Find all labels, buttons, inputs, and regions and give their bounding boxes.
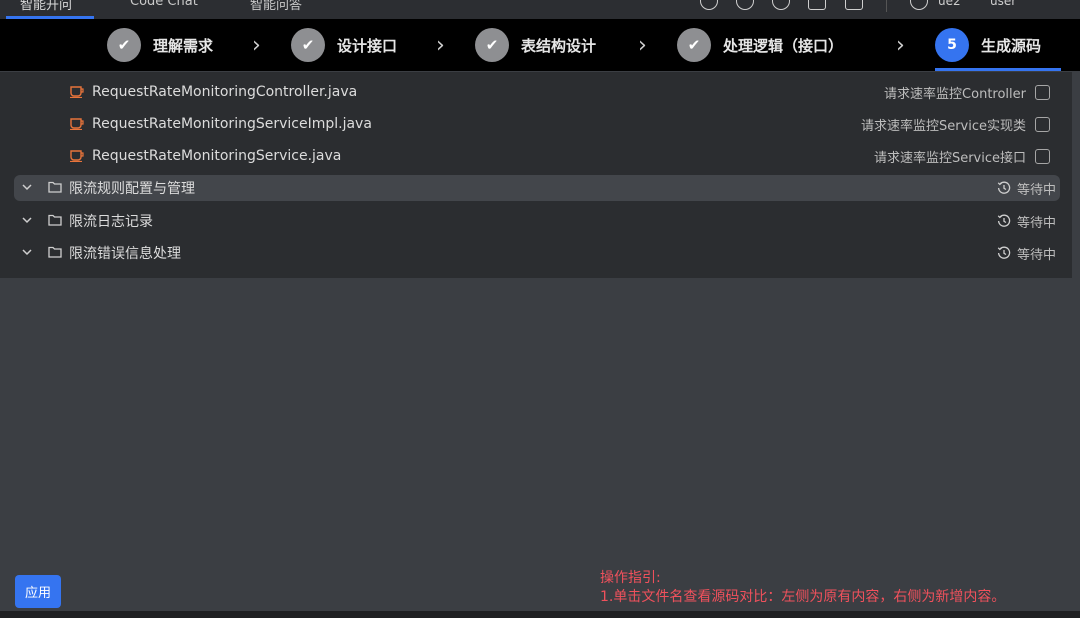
status-text: 等待中	[1016, 215, 1056, 231]
guide-line: 1.单击文件名查看源码对比：左侧为原有内容，右侧为新增内容。	[600, 589, 1006, 605]
step-generate-source[interactable]: 5 生成源码	[935, 28, 1042, 62]
file-select-checkbox[interactable]	[1035, 148, 1050, 164]
file-row[interactable]: RequestRateMonitoringController.java 请求速…	[14, 79, 1060, 105]
folder-status: 等待中	[997, 179, 1056, 198]
folder-name[interactable]: 限流错误信息处理	[69, 243, 181, 263]
file-description: 请求速率监控Service实现类	[860, 118, 1026, 134]
progress-stepper: ✔ 理解需求 › ✔ 设计接口 › ✔ 表结构设计 › ✔ 处理逻辑（接口） ›…	[0, 19, 1080, 71]
step-label: 处理逻辑（接口）	[723, 36, 844, 55]
step-label: 生成源码	[981, 36, 1042, 55]
chevron-down-icon[interactable]	[22, 182, 32, 192]
status-text: 等待中	[1016, 247, 1056, 263]
folder-name[interactable]: 限流日志记录	[69, 211, 153, 231]
chevron-right-icon: ›	[896, 33, 905, 58]
user-avatar-icon[interactable]	[910, 0, 928, 10]
document-icon[interactable]	[808, 0, 826, 10]
apply-button[interactable]: 应用	[15, 575, 61, 608]
folder-icon	[48, 214, 62, 226]
step-design-api[interactable]: ✔ 设计接口	[291, 28, 398, 62]
bottom-status-strip	[0, 611, 1080, 618]
status-text: 等待中	[1016, 182, 1056, 198]
user-role: user	[990, 0, 1017, 8]
guide-title: 操作指引:	[600, 570, 661, 586]
file-name-link[interactable]: RequestRateMonitoringController.java	[92, 84, 357, 100]
step-label: 设计接口	[337, 36, 398, 55]
step-done-check-icon: ✔	[475, 28, 509, 62]
file-description: 请求速率监控Service接口	[873, 150, 1026, 166]
folder-status: 等待中	[997, 244, 1056, 263]
folder-row[interactable]: 限流规则配置与管理 等待中	[14, 175, 1060, 201]
pending-clock-icon	[997, 246, 1011, 259]
tab-code-chat[interactable]: Code Chat	[130, 0, 198, 9]
operation-guide: 操作指引: 1.单击文件名查看源码对比：左侧为原有内容，右侧为新增内容。	[600, 569, 1005, 607]
plugin-icon[interactable]	[845, 0, 863, 10]
chevron-right-icon: ›	[252, 33, 261, 58]
user-name: ue2	[938, 0, 961, 8]
step-done-check-icon: ✔	[291, 28, 325, 62]
step-table-design[interactable]: ✔ 表结构设计	[475, 28, 597, 62]
step-number-badge: 5	[935, 28, 969, 62]
top-tab-strip: 智能开问 Code Chat 智能问答 ue2 user	[0, 0, 1080, 19]
tab-smart-dev[interactable]: 智能开问	[20, 0, 72, 13]
step-done-check-icon: ✔	[107, 28, 141, 62]
java-file-icon	[70, 118, 84, 130]
chevron-right-icon: ›	[436, 33, 445, 58]
java-file-icon	[70, 86, 84, 98]
java-file-icon	[70, 150, 84, 162]
step-process-logic[interactable]: ✔ 处理逻辑（接口）	[677, 28, 844, 62]
tab-smart-qa[interactable]: 智能问答	[250, 0, 302, 13]
step-label: 理解需求	[153, 36, 214, 55]
pending-clock-icon	[997, 181, 1011, 194]
file-description: 请求速率监控Controller	[884, 86, 1026, 102]
folder-row[interactable]: 限流日志记录 等待中	[14, 208, 1060, 234]
chevron-down-icon[interactable]	[22, 247, 32, 257]
file-row[interactable]: RequestRateMonitoringServiceImpl.java 请求…	[14, 111, 1060, 137]
history-icon[interactable]	[736, 0, 754, 10]
folder-name[interactable]: 限流规则配置与管理	[69, 178, 195, 198]
pending-clock-icon	[997, 214, 1011, 227]
step-done-check-icon: ✔	[677, 28, 711, 62]
help-icon[interactable]	[700, 0, 718, 10]
folder-icon	[48, 181, 62, 193]
file-select-checkbox[interactable]	[1035, 84, 1050, 100]
file-tree-panel: RequestRateMonitoringController.java 请求速…	[0, 72, 1072, 278]
active-step-indicator	[935, 68, 1061, 71]
step-understand-requirements[interactable]: ✔ 理解需求	[107, 28, 214, 62]
folder-icon	[48, 246, 62, 258]
file-name-link[interactable]: RequestRateMonitoringServiceImpl.java	[92, 116, 372, 132]
file-name-link[interactable]: RequestRateMonitoringService.java	[92, 148, 341, 164]
info-icon[interactable]	[772, 0, 790, 10]
chevron-right-icon: ›	[638, 33, 647, 58]
file-select-checkbox[interactable]	[1035, 116, 1050, 132]
chevron-down-icon[interactable]	[22, 215, 32, 225]
folder-row[interactable]: 限流错误信息处理 等待中	[14, 240, 1060, 266]
file-row[interactable]: RequestRateMonitoringService.java 请求速率监控…	[14, 143, 1060, 169]
step-label: 表结构设计	[521, 36, 597, 55]
toolbar-divider	[886, 0, 887, 12]
folder-status: 等待中	[997, 212, 1056, 231]
